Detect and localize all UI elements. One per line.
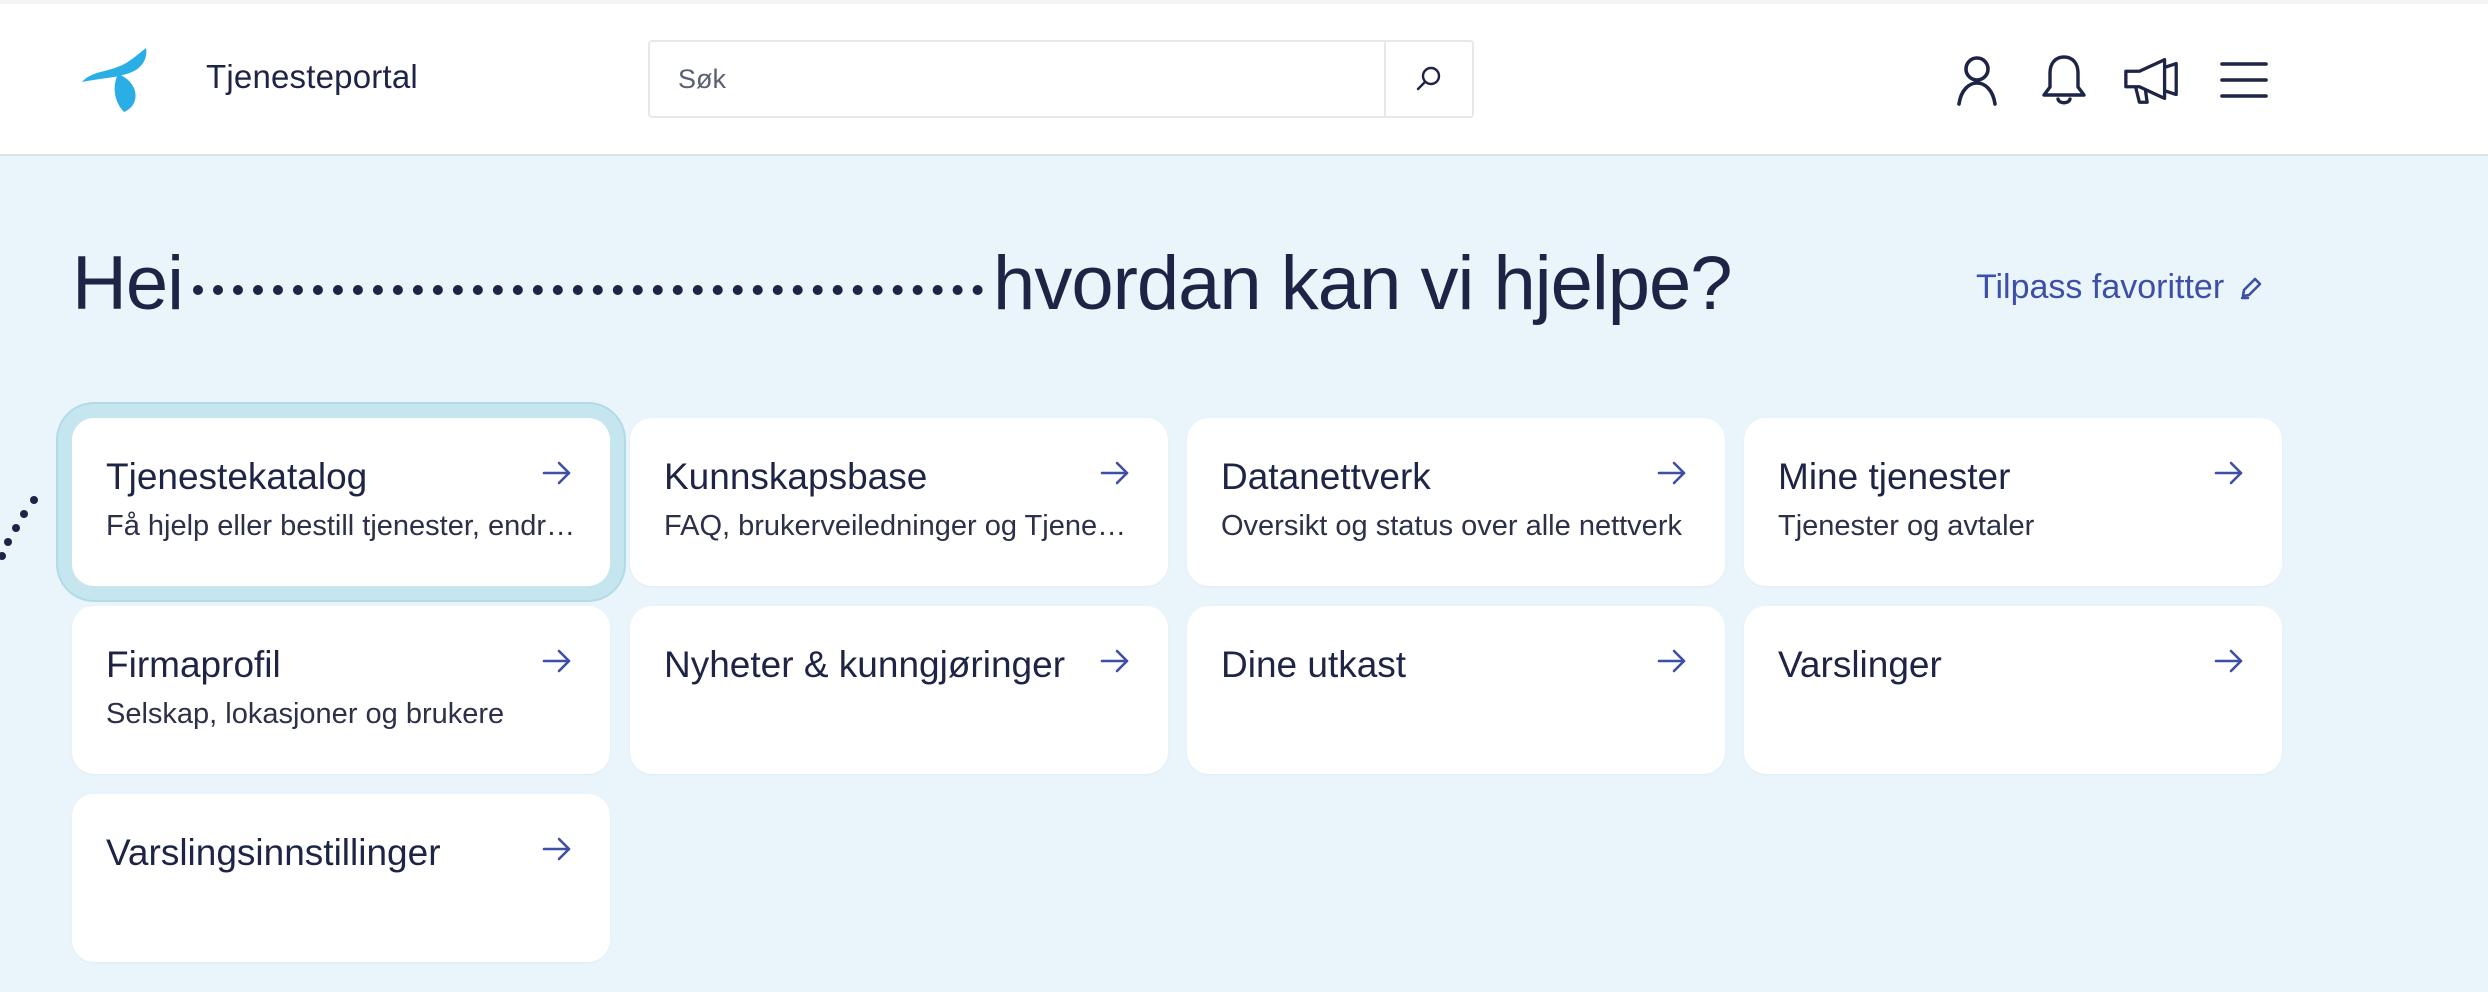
decorative-dots <box>0 496 38 560</box>
search-button[interactable] <box>1386 42 1472 116</box>
search-icon <box>1416 66 1441 91</box>
top-header: Tjenesteportal <box>0 0 2488 156</box>
card-title: Kunnskapsbase <box>664 456 928 497</box>
card-varslinger[interactable]: Varslinger <box>1744 606 2282 774</box>
arrow-right-icon <box>1100 649 1129 673</box>
card-title: Datanettverk <box>1221 456 1431 497</box>
user-icon <box>1957 56 1997 106</box>
menu-button[interactable] <box>2214 50 2274 110</box>
card-firmaprofil[interactable]: Firmaprofil Selskap, lokasjoner og bruke… <box>72 606 610 774</box>
card-title: Firmaprofil <box>106 644 281 685</box>
card-tjenestekatalog[interactable]: Tjenestekatalog Få hjelp eller bestill t… <box>72 418 610 586</box>
card-nyheter-kunngjoringer[interactable]: Nyheter & kunngjøringer <box>630 606 1168 774</box>
search-bar <box>648 40 1474 118</box>
card-title: Nyheter & kunngjøringer <box>664 644 1066 685</box>
card-title: Tjenestekatalog <box>106 456 368 497</box>
card-title: Dine utkast <box>1221 644 1407 685</box>
search-input[interactable] <box>650 42 1384 116</box>
greeting-heading: Hei hvordan kan vi hjelpe? <box>72 240 1733 327</box>
arrow-right-icon <box>1657 461 1686 485</box>
card-description: Oversikt og status over alle nettverk <box>1221 510 1682 542</box>
card-dine-utkast[interactable]: Dine utkast <box>1187 606 1725 774</box>
app-title[interactable]: Tjenesteportal <box>206 58 418 96</box>
card-description: Få hjelp eller bestill tjenester, endrin… <box>106 510 576 542</box>
user-button[interactable] <box>1947 50 2007 110</box>
arrow-right-icon <box>542 649 571 673</box>
header-top-border <box>0 0 2488 4</box>
greeting-prefix: Hei <box>72 241 184 326</box>
card-title: Varslingsinnstillinger <box>106 832 441 873</box>
card-title: Mine tjenester <box>1778 456 2011 497</box>
card-datanettverk[interactable]: Datanettverk Oversikt og status over all… <box>1187 418 1725 586</box>
bell-icon <box>2042 55 2086 105</box>
arrow-right-icon <box>542 461 571 485</box>
greeting-suffix: hvordan kan vi hjelpe? <box>993 241 1733 326</box>
pencil-icon <box>2240 277 2262 299</box>
telenor-logo[interactable] <box>76 44 154 114</box>
megaphone-icon <box>2124 58 2178 104</box>
customize-favorites-link[interactable]: Tilpass favoritter <box>1976 268 2264 307</box>
arrow-right-icon <box>542 837 571 861</box>
arrow-right-icon <box>2214 461 2243 485</box>
customize-favorites-label: Tilpass favoritter <box>1976 268 2225 306</box>
card-title: Varslinger <box>1778 644 1942 685</box>
arrow-right-icon <box>1657 649 1686 673</box>
notifications-button[interactable] <box>2034 50 2094 110</box>
card-mine-tjenester[interactable]: Mine tjenester Tjenester og avtaler <box>1744 418 2282 586</box>
card-kunnskapsbase[interactable]: Kunnskapsbase FAQ, brukerveiledninger og… <box>630 418 1168 586</box>
card-description: Selskap, lokasjoner og brukere <box>106 698 505 730</box>
user-name-placeholder <box>193 285 984 295</box>
card-varslingsinnstillinger[interactable]: Varslingsinnstillinger <box>72 794 610 962</box>
announcements-button[interactable] <box>2122 50 2182 110</box>
arrow-right-icon <box>2214 649 2243 673</box>
arrow-right-icon <box>1100 461 1129 485</box>
card-description: Tjenester og avtaler <box>1778 510 2035 542</box>
card-description: FAQ, brukerveiledninger og Tjenesteporta… <box>664 510 1134 542</box>
menu-icon <box>2220 62 2268 98</box>
